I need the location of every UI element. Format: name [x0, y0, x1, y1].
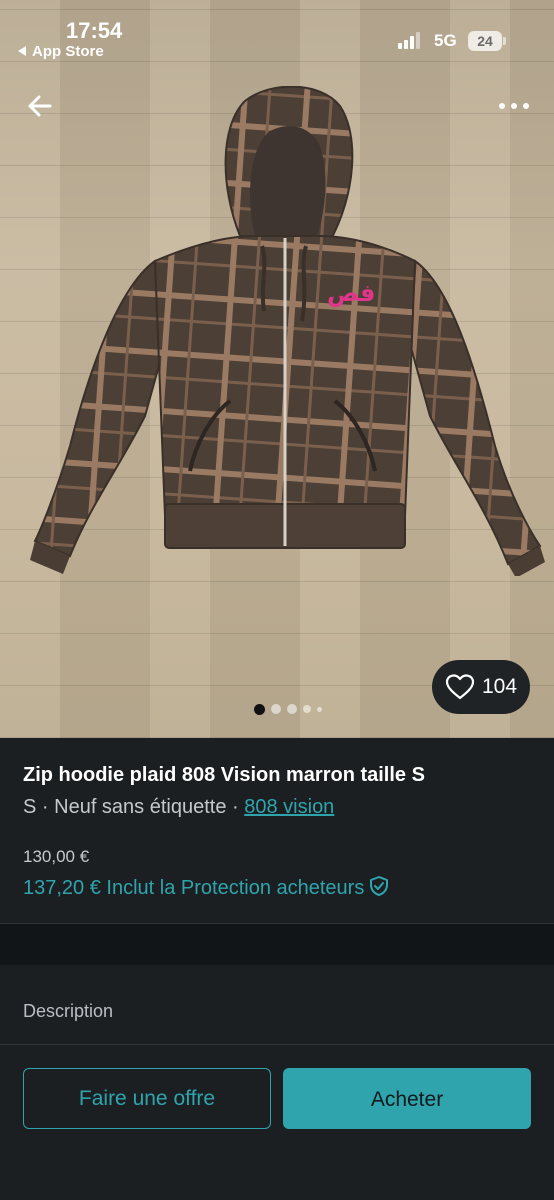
- item-meta: S · Neuf sans étiquette · 808 vision: [23, 796, 334, 819]
- buyer-protection-price[interactable]: 137,20 € Inclut la Protection acheteurs: [23, 875, 390, 900]
- hoodie-image: فص: [30, 86, 545, 576]
- meta-separator: ·: [226, 796, 245, 818]
- item-price: 130,00 €: [23, 847, 90, 866]
- battery-tip: [503, 37, 506, 45]
- item-size: S: [23, 796, 37, 818]
- carousel-dot: [254, 703, 265, 715]
- make-offer-button[interactable]: Faire une offre: [23, 1068, 271, 1129]
- item-title: Zip hoodie plaid 808 Vision marron taill…: [23, 764, 425, 786]
- carousel-dot: [287, 704, 297, 714]
- description-label: Description: [23, 1001, 114, 1021]
- carousel-indicator: [254, 702, 334, 716]
- status-time: 17:54: [66, 18, 123, 43]
- carousel-dot: [303, 705, 311, 713]
- buy-button[interactable]: Acheter: [283, 1068, 531, 1129]
- network-type: 5G: [434, 31, 457, 50]
- heart-icon: [445, 674, 475, 700]
- meta-separator: ·: [36, 796, 55, 818]
- carousel-dot: [271, 704, 281, 714]
- carousel-dot: [317, 706, 322, 712]
- buyer-protection-label: 137,20 € Inclut la Protection acheteurs: [23, 877, 365, 899]
- status-bar: 17:54 App Store 5G 24: [0, 0, 554, 70]
- divider: [0, 1044, 554, 1045]
- hoodie-logo: فص: [327, 279, 375, 307]
- favorite-button[interactable]: 104: [432, 660, 530, 714]
- back-app-label: App Store: [32, 43, 104, 60]
- product-photo-carousel[interactable]: 17:54 App Store 5G 24 فص 104: [0, 0, 554, 738]
- shield-check-icon: [370, 876, 389, 896]
- back-triangle-icon: [18, 46, 26, 56]
- cellular-signal-icon: [398, 32, 422, 49]
- brand-link[interactable]: 808 vision: [244, 796, 334, 818]
- item-condition: Neuf sans étiquette: [54, 796, 227, 818]
- battery-icon: 24: [468, 31, 502, 51]
- section-gap: [0, 924, 554, 965]
- favorite-count: 104: [482, 675, 518, 698]
- back-to-app-link[interactable]: App Store: [18, 43, 104, 60]
